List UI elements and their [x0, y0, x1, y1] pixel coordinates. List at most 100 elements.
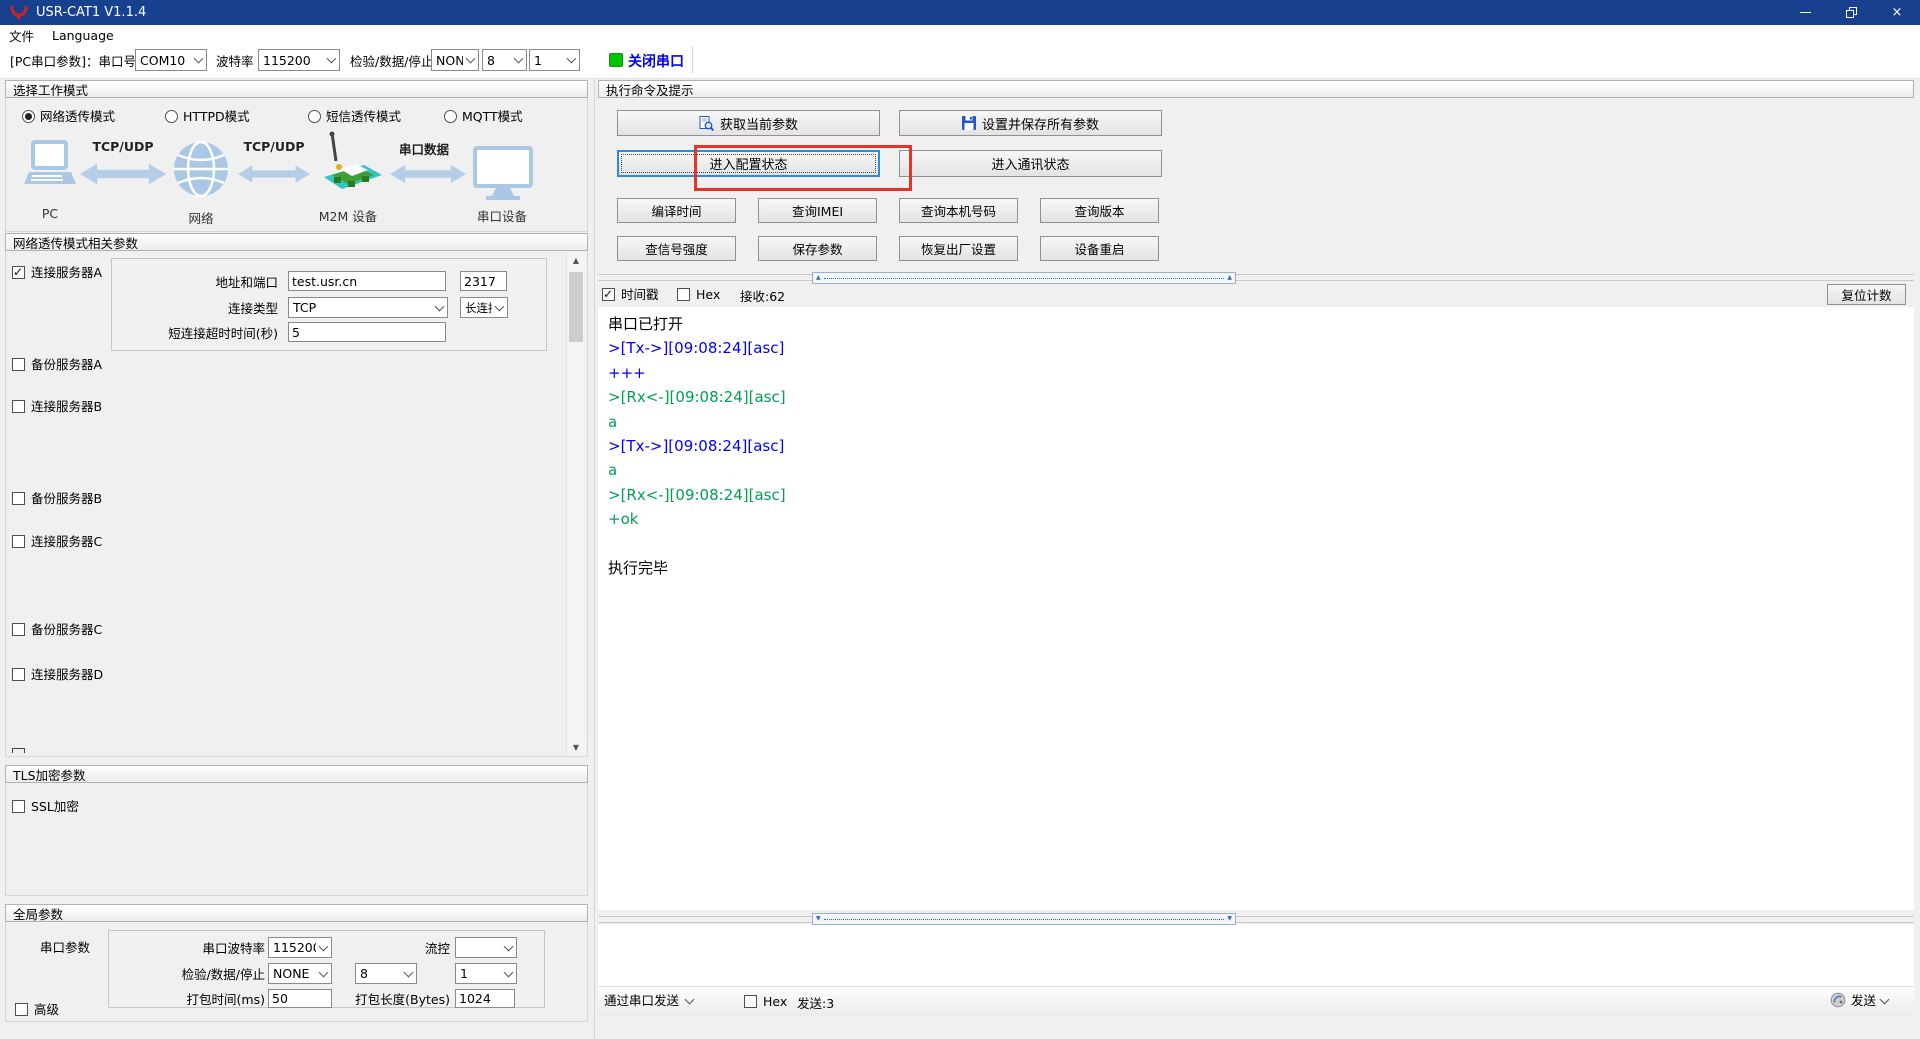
chevron-down-icon [684, 994, 695, 1005]
log-hex-checkbox[interactable] [677, 288, 690, 301]
send-hex-label[interactable]: Hex [763, 994, 787, 1009]
server-a-label[interactable]: 连接服务器A [31, 265, 102, 280]
chevron-down-icon [191, 53, 206, 64]
menu-language[interactable]: Language [43, 25, 123, 46]
menu-file[interactable]: 文件 [0, 25, 43, 46]
arrow-m2m-serial-icon [390, 161, 466, 187]
search-doc-icon [699, 115, 714, 131]
radio-net-passthrough-label[interactable]: 网络透传模式 [40, 109, 115, 124]
server-d-checkbox[interactable] [12, 668, 25, 681]
minimize-button[interactable] [1782, 0, 1828, 25]
menubar: 文件 Language [0, 25, 1920, 46]
query-version-button[interactable]: 查询版本 [1040, 198, 1159, 223]
enter-config-state-button[interactable]: 进入配置状态 [617, 150, 880, 177]
advanced-checkbox[interactable] [15, 1003, 28, 1016]
server-c-label[interactable]: 连接服务器C [31, 534, 102, 549]
stopbits-select[interactable]: 1 [529, 49, 580, 71]
maximize-button[interactable] [1828, 0, 1874, 25]
arrow-pc-network-icon [80, 161, 166, 187]
tls-header: TLS加密参数 [5, 765, 588, 783]
advanced-label[interactable]: 高级 [34, 1002, 59, 1017]
send-hex-checkbox[interactable] [744, 995, 757, 1008]
backup-server-c-checkbox[interactable] [12, 623, 25, 636]
chevron-down-icon [501, 967, 516, 977]
chevron-down-icon [511, 53, 526, 64]
pack-length-input[interactable] [455, 989, 515, 1008]
serial-stopbits-select[interactable]: 1 [455, 963, 517, 984]
databits-select[interactable]: 8 [482, 49, 527, 71]
server-a-port-input[interactable] [460, 271, 507, 291]
close-button[interactable]: × [1874, 0, 1920, 25]
com-port-select[interactable]: COM10 [135, 49, 207, 71]
collapse-down-icon: ▼ [1227, 915, 1232, 922]
baud-label: 波特率 [216, 54, 254, 69]
commands-header: 执行命令及提示 [598, 80, 1914, 98]
reset-count-button[interactable]: 复位计数 [1827, 284, 1906, 305]
radio-httpd-mode[interactable] [165, 110, 178, 123]
backup-server-b-checkbox[interactable] [12, 492, 25, 505]
backup-server-c-label[interactable]: 备份服务器C [31, 622, 102, 637]
server-a-address-input[interactable] [288, 271, 446, 291]
radio-sms-passthrough-label[interactable]: 短信透传模式 [326, 109, 401, 124]
send-splitter-bar[interactable] [598, 916, 1914, 923]
pack-time-input[interactable] [268, 989, 332, 1008]
parity-label: 检验/数据/停止 [350, 54, 434, 69]
device-restart-button[interactable]: 设备重启 [1040, 236, 1159, 261]
save-params-button[interactable]: 保存参数 [758, 236, 877, 261]
backup-server-a-checkbox[interactable] [12, 358, 25, 371]
server-b-checkbox[interactable] [12, 400, 25, 413]
serial-databits-select[interactable]: 8 [355, 963, 417, 984]
chevron-down-icon [501, 941, 516, 951]
ssl-label[interactable]: SSL加密 [31, 799, 79, 814]
radio-net-passthrough-mode[interactable] [22, 110, 35, 123]
restore-icon [1845, 7, 1857, 18]
collapse-up-icon: ▲ [816, 274, 821, 281]
server-c-checkbox[interactable] [12, 535, 25, 548]
log-line: +++ [608, 363, 646, 382]
parity-select[interactable]: NONE [431, 49, 479, 71]
net-params-scrollbar[interactable]: ▲ ▼ [566, 252, 585, 756]
radio-httpd-label[interactable]: HTTPD模式 [183, 109, 250, 124]
query-imei-button[interactable]: 查询IMEI [758, 198, 877, 223]
short-conn-timeout-input[interactable] [288, 322, 446, 342]
backup-server-b-label[interactable]: 备份服务器B [31, 491, 102, 506]
conn-type-select[interactable]: TCP [288, 297, 448, 318]
radio-sms-passthrough-mode[interactable] [308, 110, 321, 123]
scroll-down-icon[interactable]: ▼ [567, 739, 585, 756]
log-splitter-handle[interactable]: ▲ ▲ [812, 272, 1236, 284]
serial-parity-select[interactable]: NONE [268, 963, 332, 984]
timestamp-checkbox[interactable] [602, 287, 615, 301]
send-input-area[interactable] [598, 924, 1914, 986]
get-current-params-button[interactable]: 获取当前参数 [617, 110, 880, 136]
server-b-label[interactable]: 连接服务器B [31, 399, 102, 414]
server-d-label[interactable]: 连接服务器D [31, 667, 103, 682]
panel-divider[interactable] [594, 78, 595, 1039]
query-local-number-button[interactable]: 查询本机号码 [899, 198, 1018, 223]
app-window: USR-CAT1 V1.1.4 × 文件 Language [PC串口参数]：串… [0, 0, 1920, 1039]
scroll-up-icon[interactable]: ▲ [567, 252, 585, 269]
log-splitter-bar[interactable] [598, 274, 1914, 281]
send-via-serial-dropdown[interactable]: 通过串口发送 [604, 993, 695, 1008]
baud-select[interactable]: 115200 [258, 49, 340, 71]
timestamp-label[interactable]: 时间戳 [621, 287, 659, 302]
server-a-checkbox[interactable] [12, 265, 25, 279]
radio-mqtt-mode[interactable] [444, 110, 457, 123]
scrollbar-thumb[interactable] [569, 272, 583, 342]
log-line: 执行完毕 [608, 559, 669, 578]
send-splitter-handle[interactable]: ▼ ▼ [812, 913, 1236, 925]
backup-server-a-label[interactable]: 备份服务器A [31, 357, 102, 372]
send-button[interactable]: 发送 [1830, 992, 1890, 1008]
flow-control-select[interactable] [455, 937, 517, 958]
close-port-button[interactable]: 关闭串口 [628, 51, 684, 71]
compile-time-button[interactable]: 编译时间 [617, 198, 736, 223]
keepalive-select[interactable]: 长连接 [460, 297, 508, 318]
ssl-checkbox[interactable] [12, 800, 25, 813]
query-signal-button[interactable]: 查信号强度 [617, 236, 736, 261]
enter-comm-state-button[interactable]: 进入通讯状态 [899, 150, 1162, 177]
log-output[interactable]: 串口已打开 >[Tx->][09:08:24][asc] +++ >[Rx<-]… [598, 307, 1914, 910]
serial-baud-select[interactable]: 115200 [268, 937, 332, 958]
radio-mqtt-label[interactable]: MQTT模式 [462, 109, 523, 124]
log-hex-label[interactable]: Hex [696, 287, 720, 302]
set-save-all-params-button[interactable]: 设置并保存所有参数 [899, 110, 1162, 136]
factory-reset-button[interactable]: 恢复出厂设置 [899, 236, 1018, 261]
